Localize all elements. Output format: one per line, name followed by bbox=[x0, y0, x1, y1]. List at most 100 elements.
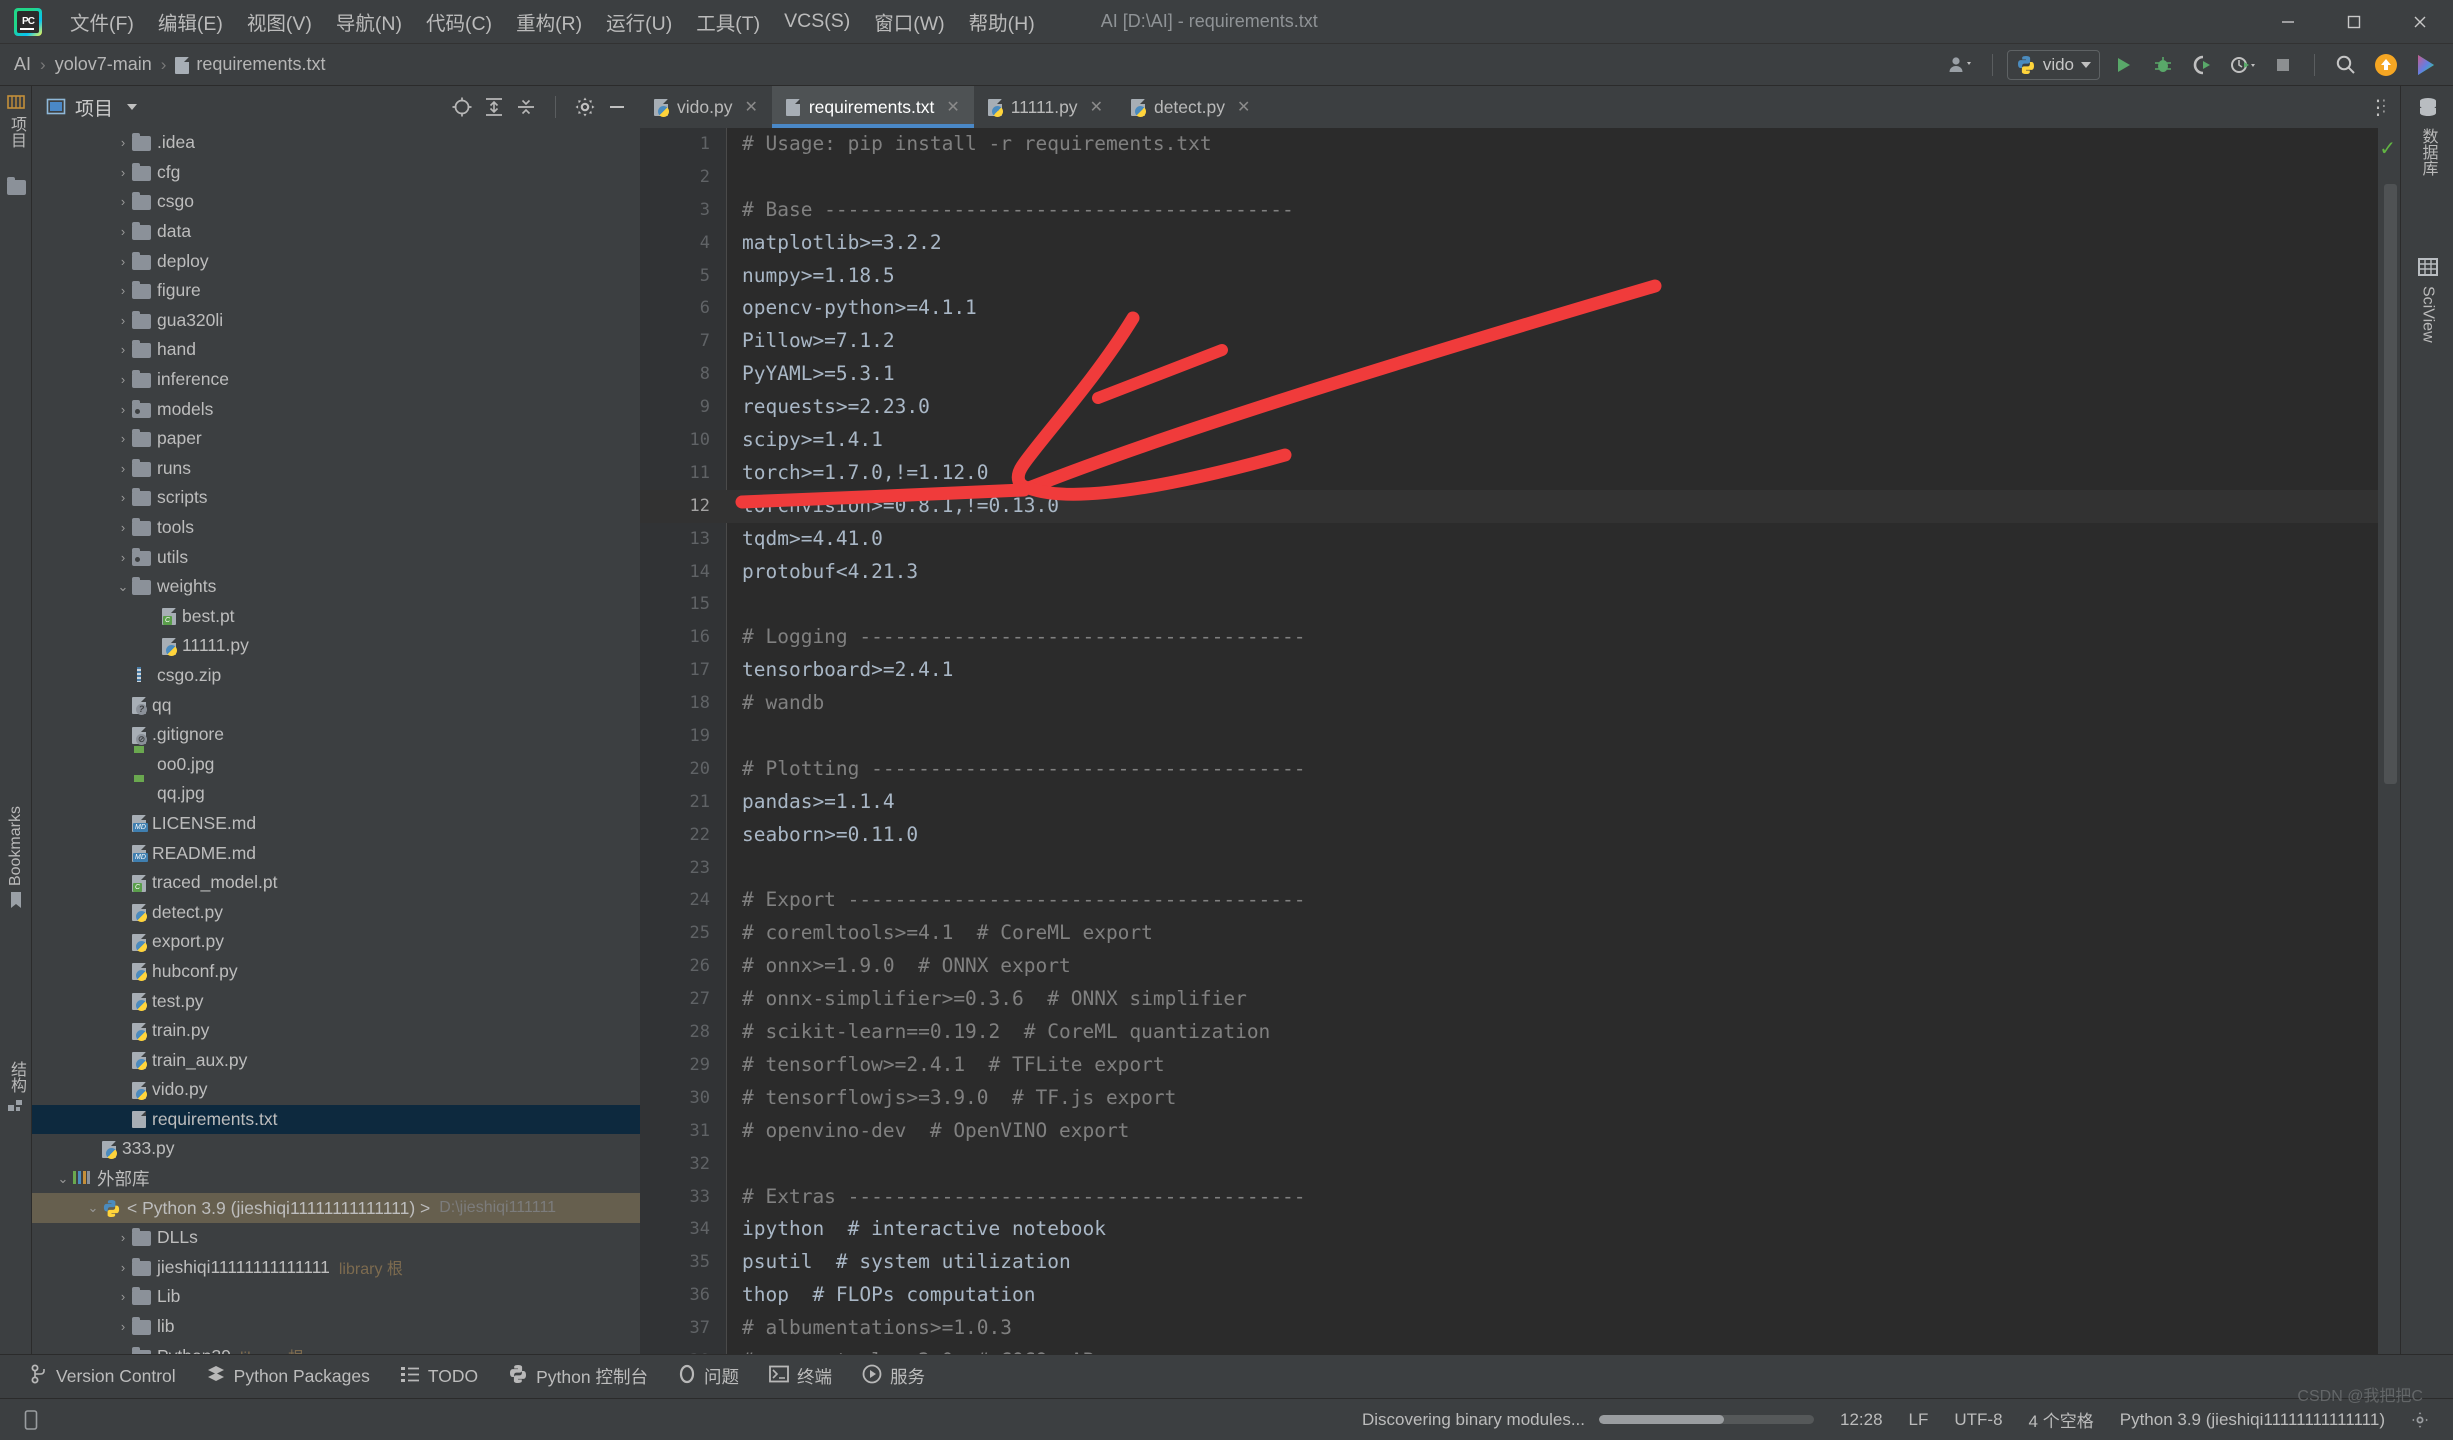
tree-item[interactable]: MD LICENSE.md bbox=[32, 809, 640, 839]
chevron-right-icon[interactable]: › bbox=[114, 135, 132, 150]
minimize-button[interactable] bbox=[2255, 0, 2321, 44]
line-separator[interactable]: LF bbox=[1909, 1410, 1929, 1430]
close-icon[interactable]: ✕ bbox=[744, 97, 757, 117]
code-line[interactable]: # Export -------------------------------… bbox=[726, 884, 2400, 917]
tree-item[interactable]: › models bbox=[32, 394, 640, 424]
file-encoding[interactable]: UTF-8 bbox=[1954, 1410, 2002, 1430]
update-icon[interactable] bbox=[2369, 49, 2403, 81]
tree-item[interactable]: requirements.txt bbox=[32, 1104, 640, 1135]
chevron-right-icon[interactable]: › bbox=[114, 490, 132, 505]
tree-item[interactable]: train.py bbox=[32, 1016, 640, 1046]
chevron-right-icon[interactable]: › bbox=[114, 283, 132, 298]
menu-vcs[interactable]: VCS(S) bbox=[772, 6, 862, 37]
editor-tab[interactable]: requirements.txt ✕ bbox=[771, 86, 974, 128]
tree-item[interactable]: › tools bbox=[32, 513, 640, 543]
tree-item[interactable]: MD README.md bbox=[32, 838, 640, 868]
sidebar-item-files[interactable] bbox=[0, 177, 32, 195]
hide-icon[interactable] bbox=[606, 96, 628, 118]
sidebar-item-sciview[interactable]: SciView bbox=[2401, 256, 2453, 343]
tree-item[interactable]: › inference bbox=[32, 365, 640, 395]
tree-item[interactable]: › csgo bbox=[32, 187, 640, 217]
chevron-right-icon[interactable]: › bbox=[114, 1230, 132, 1245]
code-line[interactable]: seaborn>=0.11.0 bbox=[726, 819, 2400, 852]
tree-item[interactable]: › DLLs bbox=[32, 1223, 640, 1253]
tree-item[interactable]: › deploy bbox=[32, 246, 640, 276]
code-line[interactable]: pandas>=1.1.4 bbox=[726, 786, 2400, 819]
bottom-tab[interactable]: Python Packages bbox=[206, 1364, 370, 1389]
code-line[interactable]: # wandb bbox=[726, 687, 2400, 720]
code-line[interactable]: torch>=1.7.0,!=1.12.0 bbox=[726, 457, 2400, 490]
bottom-tab[interactable]: 终端 bbox=[769, 1364, 832, 1389]
editor-tab[interactable]: vido.py ✕ bbox=[640, 86, 772, 128]
chevron-right-icon[interactable]: › bbox=[114, 254, 132, 269]
bottom-tab[interactable]: Version Control bbox=[30, 1364, 176, 1389]
tree-item[interactable]: › utils bbox=[32, 542, 640, 572]
tree-item[interactable]: › gua320li bbox=[32, 306, 640, 336]
chevron-right-icon[interactable]: › bbox=[114, 461, 132, 476]
editor-more-options-icon[interactable]: ⋮ bbox=[2376, 96, 2394, 116]
code-line[interactable]: psutil # system utilization bbox=[726, 1246, 2400, 1279]
settings-gear-icon[interactable] bbox=[2411, 1411, 2429, 1429]
editor-scrollbar-thumb[interactable] bbox=[2384, 184, 2397, 784]
code-line[interactable] bbox=[726, 852, 2400, 885]
code-line[interactable] bbox=[726, 1148, 2400, 1181]
menu-navigate[interactable]: 导航(N) bbox=[324, 3, 414, 40]
chevron-right-icon[interactable]: › bbox=[114, 1260, 132, 1275]
tree-item[interactable]: › scripts bbox=[32, 483, 640, 513]
code-line[interactable]: scipy>=1.4.1 bbox=[726, 424, 2400, 457]
tree-item[interactable]: ⊘ .gitignore bbox=[32, 720, 640, 750]
breadcrumb-folder[interactable]: yolov7-main bbox=[55, 54, 152, 75]
code-line[interactable]: # albumentations>=1.0.3 bbox=[726, 1312, 2400, 1345]
menu-refactor[interactable]: 重构(R) bbox=[504, 3, 594, 40]
tree-item[interactable]: 333.py bbox=[32, 1134, 640, 1164]
tree-item[interactable]: ? qq bbox=[32, 690, 640, 720]
code-line[interactable]: PyYAML>=5.3.1 bbox=[726, 358, 2400, 391]
project-file-tree[interactable]: › .idea › cfg › csgo › data › deploy › figure › gua32… bbox=[32, 128, 640, 1354]
code-line[interactable]: matplotlib>=3.2.2 bbox=[726, 227, 2400, 260]
indent-setting[interactable]: 4 个空格 bbox=[2029, 1407, 2094, 1432]
search-icon[interactable] bbox=[2329, 49, 2363, 81]
menu-window[interactable]: 窗口(W) bbox=[862, 3, 956, 40]
chevron-right-icon[interactable]: › bbox=[114, 372, 132, 387]
code-line[interactable]: # Usage: pip install -r requirements.txt bbox=[726, 128, 2400, 161]
locate-icon[interactable] bbox=[451, 96, 473, 118]
code-line[interactable]: opencv-python>=4.1.1 bbox=[726, 292, 2400, 325]
chevron-right-icon[interactable]: › bbox=[114, 550, 132, 565]
code-line[interactable] bbox=[726, 588, 2400, 621]
python-interpreter[interactable]: Python 3.9 (jieshiqi11111111111111) bbox=[2120, 1410, 2385, 1430]
code-line[interactable]: # Plotting -----------------------------… bbox=[726, 753, 2400, 786]
tree-item[interactable]: › jieshiqi11111111111111 library 根 bbox=[32, 1253, 640, 1283]
code-line[interactable]: numpy>=1.18.5 bbox=[726, 260, 2400, 293]
stop-button[interactable] bbox=[2266, 49, 2300, 81]
tree-item[interactable]: 11111.py bbox=[32, 631, 640, 661]
tree-item[interactable]: oo0.jpg bbox=[32, 749, 640, 779]
menu-code[interactable]: 代码(C) bbox=[414, 3, 504, 40]
close-icon[interactable]: ✕ bbox=[946, 97, 959, 117]
breadcrumb-file[interactable]: requirements.txt bbox=[175, 54, 325, 75]
tree-item[interactable]: › data bbox=[32, 217, 640, 247]
menu-run[interactable]: 运行(U) bbox=[594, 3, 684, 40]
chevron-down-icon[interactable]: ⌄ bbox=[114, 579, 132, 595]
close-icon[interactable]: ✕ bbox=[1090, 97, 1103, 117]
chevron-right-icon[interactable]: › bbox=[114, 1289, 132, 1304]
tree-item[interactable]: › cfg bbox=[32, 158, 640, 188]
chevron-down-icon[interactable]: ⌄ bbox=[54, 1171, 72, 1187]
code-line[interactable]: Pillow>=7.1.2 bbox=[726, 325, 2400, 358]
expand-all-icon[interactable] bbox=[483, 96, 505, 118]
editor-marker-bar[interactable]: ✓ bbox=[2378, 128, 2400, 1354]
caret-position[interactable]: 12:28 bbox=[1840, 1410, 1883, 1430]
menu-tools[interactable]: 工具(T) bbox=[684, 3, 772, 40]
code-editor[interactable]: 1 2 3 4 5 6 7 8 9 10 11 12 13 14 15 16 17 18 19 20 21 22 23 24 2… bbox=[640, 128, 2400, 1354]
editor-tab[interactable]: 11111.py ✕ bbox=[974, 86, 1117, 128]
menu-file[interactable]: 文件(F) bbox=[58, 3, 146, 40]
code-line[interactable]: # scikit-learn==0.19.2 # CoreML quantiza… bbox=[726, 1016, 2400, 1049]
code-line[interactable] bbox=[726, 161, 2400, 194]
run-configuration-selector[interactable]: vido bbox=[2006, 50, 2100, 80]
editor-tab[interactable]: detect.py ✕ bbox=[1117, 86, 1264, 128]
collapse-all-icon[interactable] bbox=[515, 96, 537, 118]
code-line[interactable]: # Extras -------------------------------… bbox=[726, 1181, 2400, 1214]
tree-item[interactable]: › lib bbox=[32, 1312, 640, 1342]
run-with-coverage-button[interactable] bbox=[2186, 49, 2220, 81]
chevron-right-icon[interactable]: › bbox=[114, 194, 132, 209]
code-line[interactable]: tensorboard>=2.4.1 bbox=[726, 654, 2400, 687]
